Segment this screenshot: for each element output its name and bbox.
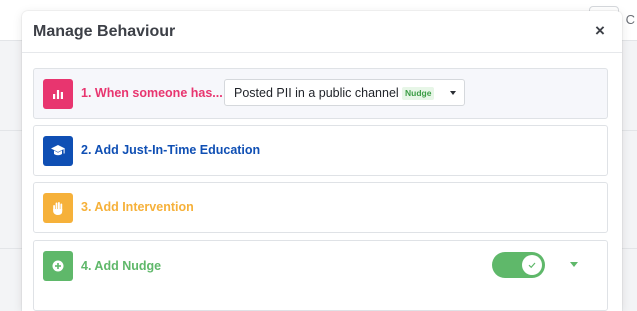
step-add-intervention[interactable]: 3. Add Intervention [33,182,608,233]
background-divider [0,248,22,249]
step-label: 3. Add Intervention [81,200,194,214]
bar-chart-icon [43,79,73,109]
toggle-knob [522,255,542,275]
hand-icon [43,193,73,223]
chevron-down-icon [450,91,456,95]
step-label: 2. Add Just-In-Time Education [81,143,261,157]
check-icon [528,262,536,269]
trigger-behaviour-select[interactable]: Posted PII in a public channel Nudge [224,79,465,106]
step-add-nudge[interactable]: 4. Add Nudge [33,240,608,311]
close-button[interactable]: × [592,22,608,40]
nudge-toggle[interactable] [492,252,545,278]
graduation-cap-icon [43,136,73,166]
background-text: C [625,12,635,27]
plus-circle-icon [43,251,73,281]
step-label: 1. When someone has... [81,86,223,100]
manage-behaviour-dialog: Manage Behaviour × 1. When someone has..… [22,11,622,311]
step-label: 4. Add Nudge [81,259,162,273]
select-value: Posted PII in a public channel [234,86,399,100]
step-add-just-in-time-education[interactable]: 2. Add Just-In-Time Education [33,125,608,176]
chevron-down-icon[interactable] [570,262,578,267]
dialog-header: Manage Behaviour × [22,11,622,53]
background-divider [0,130,22,131]
nudge-badge: Nudge [402,87,435,100]
step-when-someone-has[interactable]: 1. When someone has... Posted PII in a p… [33,68,608,119]
dialog-title: Manage Behaviour [33,23,176,40]
